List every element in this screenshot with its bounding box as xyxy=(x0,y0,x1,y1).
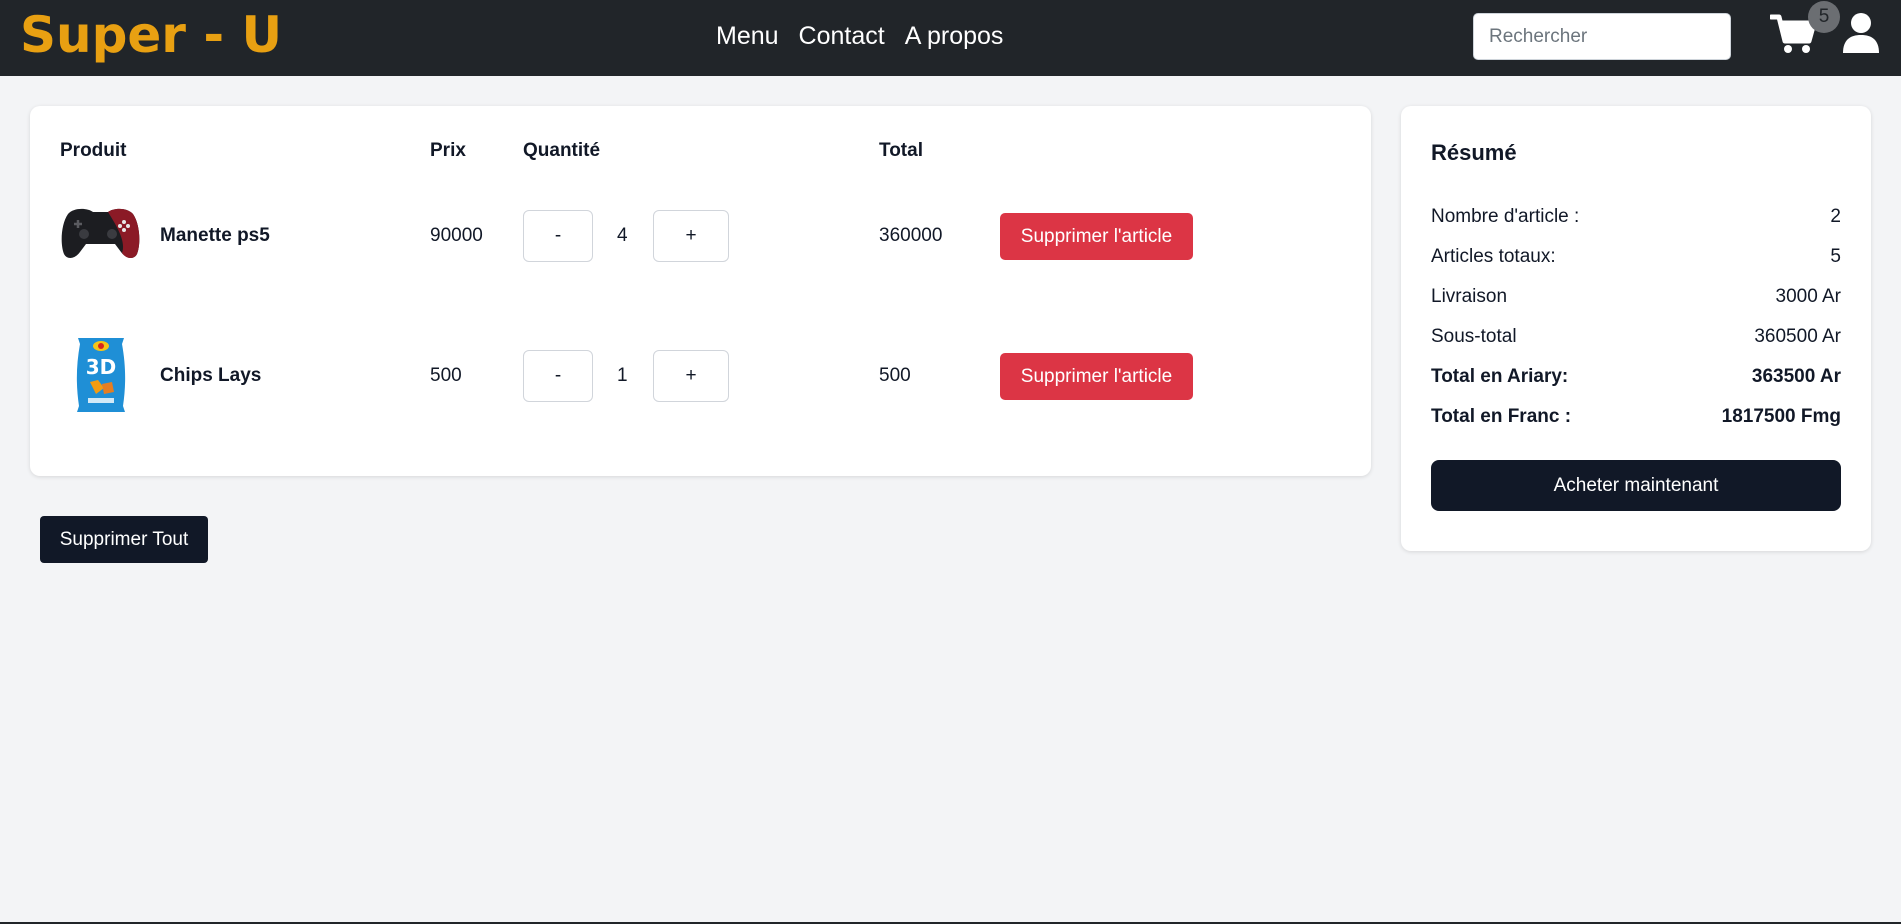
buy-now-button[interactable]: Acheter maintenant xyxy=(1431,460,1841,511)
product-price: 90000 xyxy=(430,225,483,246)
summary-value-total-ariary: 363500 Ar xyxy=(1751,366,1841,387)
delete-item-button[interactable]: Supprimer l'article xyxy=(1000,353,1193,400)
top-navbar: Super - U Menu Contact A propos 5 xyxy=(0,0,1901,76)
summary-value-delivery: 3000 Ar xyxy=(1775,286,1842,307)
product-price: 500 xyxy=(430,365,462,386)
ps5-controller-image xyxy=(61,208,140,259)
line-total: 500 xyxy=(879,365,911,386)
summary-label-item-count: Nombre d'article : xyxy=(1431,206,1580,227)
delete-item-button[interactable]: Supprimer l'article xyxy=(1000,213,1193,260)
column-header-total: Total xyxy=(879,140,923,161)
svg-text:3D: 3D xyxy=(86,355,117,379)
summary-value-total-franc: 1817500 Fmg xyxy=(1721,406,1841,427)
decrease-quantity-button[interactable]: - xyxy=(523,210,593,262)
decrease-quantity-button[interactable]: - xyxy=(523,350,593,402)
increase-quantity-button[interactable]: + xyxy=(653,350,729,402)
delete-all-button[interactable]: Supprimer Tout xyxy=(40,516,208,563)
product-name: Chips Lays xyxy=(160,365,262,386)
column-header-product: Produit xyxy=(60,140,127,161)
cart-panel xyxy=(30,106,1371,476)
lays-chips-bag-image: 3D xyxy=(76,338,126,412)
search-input[interactable] xyxy=(1473,13,1731,60)
summary-label-subtotal: Sous-total xyxy=(1431,326,1517,347)
summary-label-total-franc: Total en Franc : xyxy=(1431,406,1572,427)
summary-value-total-articles: 5 xyxy=(1830,246,1841,267)
column-header-price: Prix xyxy=(430,140,466,161)
quantity-value: 1 xyxy=(617,365,628,386)
summary-title: Résumé xyxy=(1431,140,1517,165)
summary-label-delivery: Livraison xyxy=(1431,286,1508,307)
line-total: 360000 xyxy=(879,225,943,246)
column-header-quantity: Quantité xyxy=(523,140,601,161)
nav-link-about[interactable]: A propos xyxy=(905,22,1004,51)
nav-link-menu[interactable]: Menu xyxy=(716,22,779,51)
summary-value-subtotal: 360500 Ar xyxy=(1754,326,1841,347)
brand-logo[interactable]: Super - U xyxy=(20,6,282,64)
nav-links: Menu Contact A propos xyxy=(716,22,1003,51)
quantity-value: 4 xyxy=(617,225,628,246)
summary-value-item-count: 2 xyxy=(1830,206,1841,227)
increase-quantity-button[interactable]: + xyxy=(653,210,729,262)
summary-label-total-ariary: Total en Ariary: xyxy=(1431,366,1569,387)
product-name: Manette ps5 xyxy=(160,225,270,246)
summary-label-total-articles: Articles totaux: xyxy=(1431,246,1556,267)
cart-count-badge: 5 xyxy=(1808,1,1840,33)
nav-link-contact[interactable]: Contact xyxy=(799,22,885,51)
user-icon[interactable] xyxy=(1842,12,1880,54)
